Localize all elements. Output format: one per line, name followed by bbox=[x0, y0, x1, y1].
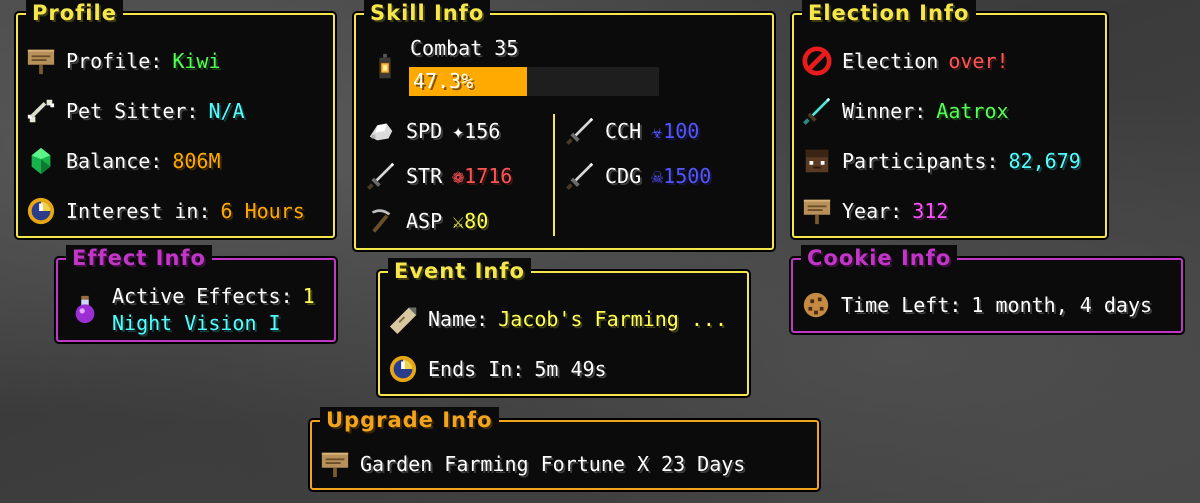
interest-value: 6 Hours bbox=[220, 199, 305, 223]
asp-value: ⚔80 bbox=[452, 209, 489, 233]
pet-sitter-value: N/A bbox=[208, 99, 245, 123]
skill-divider bbox=[553, 114, 555, 236]
barrier-icon bbox=[802, 46, 832, 76]
upgrade-title: Upgrade Info bbox=[320, 407, 499, 433]
event-panel: Event Info Name: Jacob's Farming ... End… bbox=[378, 258, 749, 396]
profile-panel: Profile Profile: Kiwi Pet Sitter: N/A Ba… bbox=[16, 0, 335, 238]
time-left-value: 1 month, 4 days bbox=[971, 293, 1153, 317]
election-label: Election bbox=[842, 49, 939, 73]
time-left-label: Time Left: bbox=[841, 293, 962, 317]
active-effects-label: Active Effects: bbox=[112, 284, 293, 308]
sword-icon bbox=[565, 116, 595, 146]
player-head-icon bbox=[802, 146, 832, 176]
sign-icon bbox=[26, 46, 56, 76]
asp-label: ASP bbox=[406, 209, 443, 233]
election-value: over! bbox=[948, 49, 1009, 73]
str-label: STR bbox=[406, 164, 443, 188]
bone-icon bbox=[26, 96, 56, 126]
skill-name: Combat 35 bbox=[410, 36, 519, 60]
election-panel: Election Info Election over! Winner: Aat… bbox=[792, 0, 1107, 238]
event-name-value: Jacob's Farming ... bbox=[498, 307, 727, 331]
interest-label: Interest in: bbox=[66, 199, 211, 223]
year-value: 312 bbox=[912, 199, 949, 223]
cookie-icon bbox=[801, 290, 831, 320]
cch-label: CCH bbox=[605, 119, 642, 143]
election-title: Election Info bbox=[802, 0, 976, 26]
spd-value: ✦156 bbox=[452, 119, 501, 143]
cookie-panel: Cookie Info Time Left: 1 month, 4 days bbox=[791, 245, 1183, 333]
profile-title: Profile bbox=[26, 0, 123, 26]
sword-icon bbox=[565, 161, 595, 191]
diamond-sword-icon bbox=[802, 96, 832, 126]
balance-label: Balance: bbox=[66, 149, 163, 173]
event-name-label: Name: bbox=[428, 307, 489, 331]
winner-value: Aatrox bbox=[936, 99, 1009, 123]
profile-value: Kiwi bbox=[172, 49, 221, 73]
effect-title: Effect Info bbox=[66, 245, 212, 271]
ends-in-label: Ends In: bbox=[428, 357, 525, 381]
ticket-icon bbox=[388, 304, 418, 334]
participants-label: Participants: bbox=[842, 149, 999, 173]
str-value: ❁1716 bbox=[452, 164, 513, 188]
participants-value: 82,679 bbox=[1008, 149, 1081, 173]
profile-label: Profile: bbox=[66, 49, 163, 73]
clock-icon bbox=[26, 196, 56, 226]
sugar-icon bbox=[366, 116, 396, 146]
event-title: Event Info bbox=[388, 258, 531, 284]
sword-icon bbox=[366, 161, 396, 191]
sign-icon bbox=[802, 196, 832, 226]
potion-icon bbox=[70, 294, 100, 324]
pickaxe-icon bbox=[366, 206, 396, 236]
ends-in-value: 5m 49s bbox=[534, 357, 607, 381]
balance-value: 806M bbox=[172, 149, 221, 173]
lantern-icon bbox=[370, 52, 400, 82]
clock-icon bbox=[388, 354, 418, 384]
active-effects-value: 1 bbox=[302, 284, 315, 308]
effect-panel: Effect Info Active Effects: 1 Night Visi… bbox=[56, 245, 336, 342]
upgrade-text: Garden Farming Fortune X 23 Days bbox=[360, 452, 746, 476]
year-label: Year: bbox=[842, 199, 903, 223]
spd-label: SPD bbox=[406, 119, 443, 143]
cdg-label: CDG bbox=[605, 164, 642, 188]
skill-progress-bar: 47.3% bbox=[409, 67, 659, 96]
skill-progress-text: 47.3% bbox=[413, 69, 474, 93]
emerald-icon bbox=[26, 146, 56, 176]
effect-name: Night Vision I bbox=[112, 311, 281, 335]
pet-sitter-label: Pet Sitter: bbox=[66, 99, 199, 123]
sign-icon bbox=[320, 449, 350, 479]
cdg-value: ☠1500 bbox=[651, 164, 712, 188]
skill-title: Skill Info bbox=[364, 0, 491, 26]
cch-value: ☣100 bbox=[651, 119, 700, 143]
cookie-title: Cookie Info bbox=[801, 245, 958, 271]
upgrade-panel: Upgrade Info Garden Farming Fortune X 23… bbox=[310, 407, 819, 490]
winner-label: Winner: bbox=[842, 99, 927, 123]
